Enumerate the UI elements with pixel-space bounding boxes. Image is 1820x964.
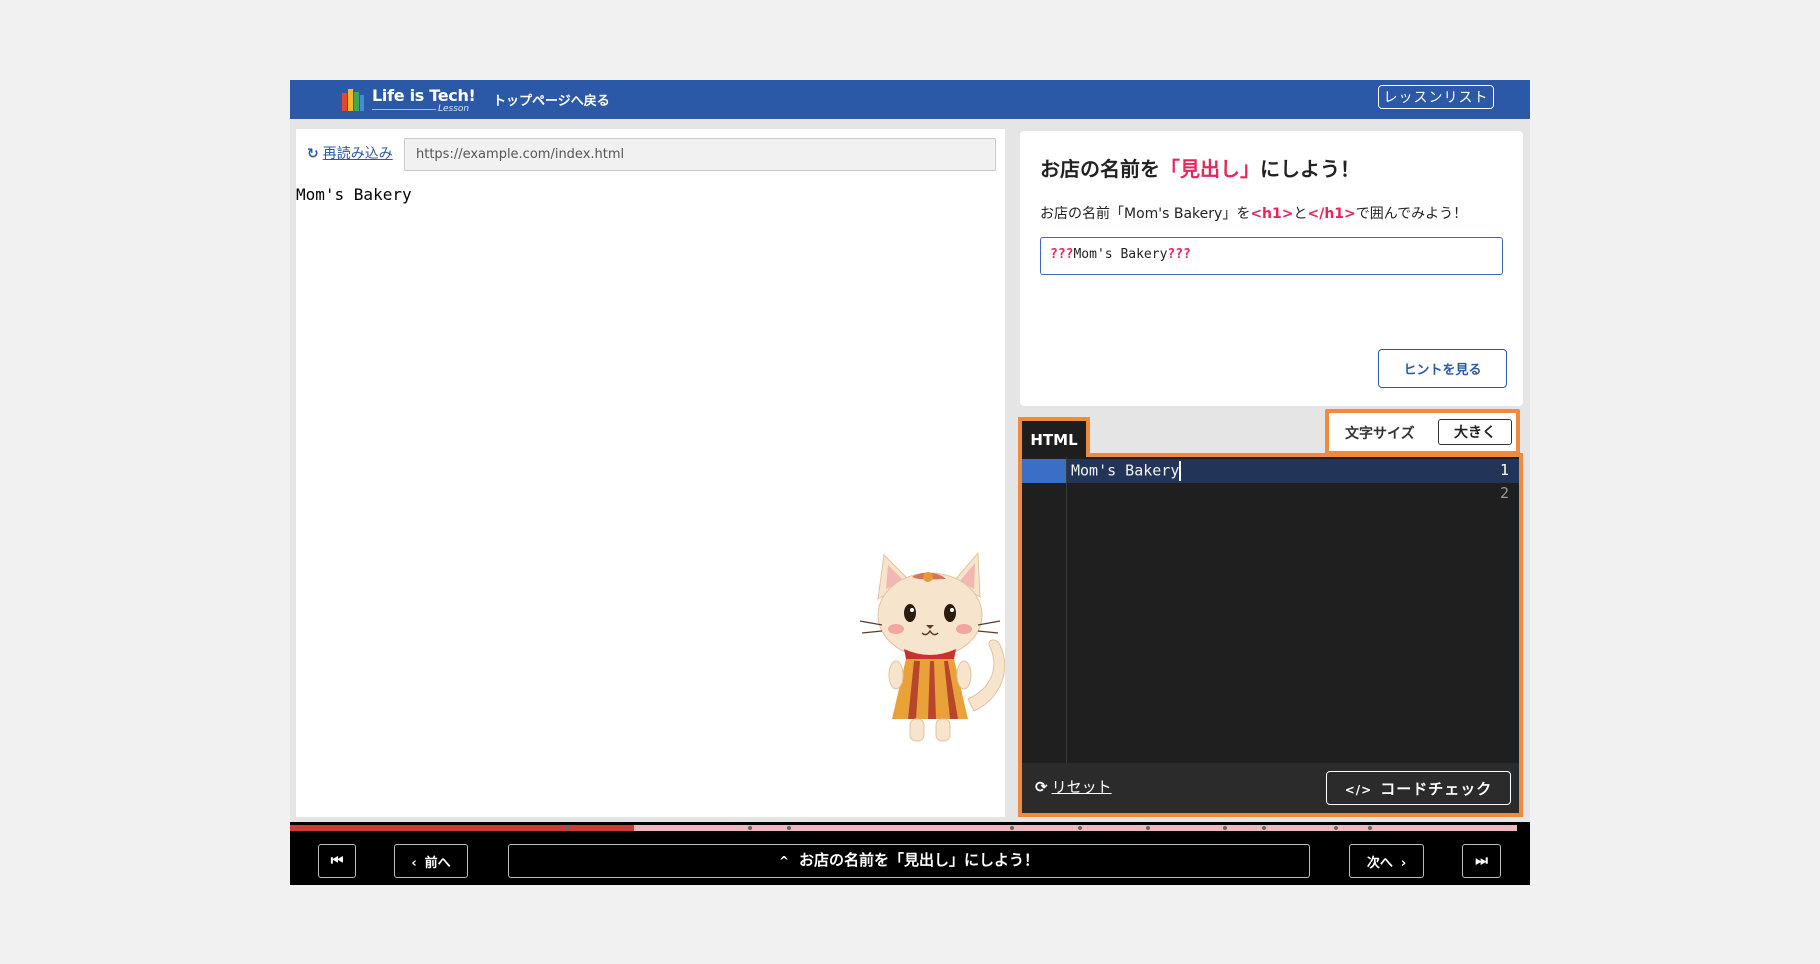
code-line[interactable]: Mom's Bakery xyxy=(1071,461,1182,481)
preview-output-text: Mom's Bakery xyxy=(296,185,412,204)
prev-label: 前へ xyxy=(424,855,451,871)
url-bar[interactable] xyxy=(404,138,996,171)
progress-step-dot[interactable] xyxy=(1334,826,1338,830)
code-editor-panel: 1 2 Mom's Bakery ⟳ リセット </> コードチェック HTML 文… xyxy=(1018,409,1523,817)
task-desc-prefix: お店の名前「Mom's Bakery」を xyxy=(1040,206,1251,222)
editor-footer: ⟳ リセット </> コードチェック xyxy=(1022,763,1519,813)
prev-button[interactable]: ‹ 前へ xyxy=(394,844,468,878)
next-label: 次へ xyxy=(1366,855,1393,871)
active-line-gutter xyxy=(1022,459,1066,483)
code-check-label: コードチェック xyxy=(1380,779,1493,798)
last-step-button[interactable]: ⏭ xyxy=(1462,844,1501,878)
top-bar: Life is Tech! Lesson トップページへ戻る レッスンリスト xyxy=(290,80,1530,119)
answer-template-box: ???Mom's Bakery??? xyxy=(1040,237,1503,275)
progress-step-dot[interactable] xyxy=(1010,826,1014,830)
next-button[interactable]: 次へ › xyxy=(1349,844,1424,878)
code-icon: </> xyxy=(1344,782,1373,797)
text-caret xyxy=(1179,461,1182,481)
reset-label: リセット xyxy=(1051,778,1112,796)
task-title-highlight: 「見出し」 xyxy=(1160,157,1260,181)
chevron-left-icon: ‹ xyxy=(411,855,417,871)
show-hint-button[interactable]: ヒントを見る xyxy=(1378,349,1507,388)
cat-mascot-illustration xyxy=(859,551,1006,742)
font-size-control: 文字サイズ 大きく xyxy=(1325,409,1520,455)
code-editor[interactable]: 1 2 Mom's Bakery ⟳ リセット </> コードチェック xyxy=(1018,453,1523,817)
task-desc-suffix: で囲んでみよう！ xyxy=(1355,206,1468,222)
task-title: お店の名前を「見出し」にしよう！ xyxy=(1040,153,1360,182)
line-number: 2 xyxy=(1499,484,1509,502)
progress-step-dot[interactable] xyxy=(1368,826,1372,830)
task-description: お店の名前「Mom's Bakery」を<h1>と</h1>で囲んでみよう！ xyxy=(1040,203,1467,223)
progress-step-dot[interactable] xyxy=(1262,826,1266,830)
preview-panel: ↻再読み込み Mom's Bakery xyxy=(296,129,1006,817)
reload-icon: ↻ xyxy=(307,146,319,162)
font-size-label: 文字サイズ xyxy=(1345,426,1415,442)
font-size-large-button[interactable]: 大きく xyxy=(1438,419,1512,445)
open-tag-text: <h1> xyxy=(1250,206,1294,222)
step-selector[interactable]: ^ お店の名前を「見出し」にしよう！ xyxy=(508,844,1310,878)
answer-placeholder-open: ??? xyxy=(1050,247,1074,262)
chevron-up-icon: ^ xyxy=(778,854,790,868)
line-number-gutter xyxy=(1022,457,1067,767)
lesson-list-button[interactable]: レッスンリスト xyxy=(1378,85,1494,109)
progress-step-dot[interactable] xyxy=(787,826,791,830)
progress-step-dot[interactable] xyxy=(1146,826,1150,830)
progress-step-dot[interactable] xyxy=(748,826,752,830)
step-title: お店の名前を「見出し」にしよう！ xyxy=(799,851,1040,869)
answer-text: Mom's Bakery xyxy=(1073,247,1168,262)
lesson-app: Life is Tech! Lesson トップページへ戻る レッスンリスト ↻… xyxy=(290,80,1530,885)
progress-step-dot[interactable] xyxy=(1078,826,1082,830)
logo-mark-icon xyxy=(342,89,364,113)
skip-forward-icon: ⏭ xyxy=(1475,853,1488,869)
chevron-right-icon: › xyxy=(1400,855,1407,871)
task-desc-mid: と xyxy=(1293,206,1308,222)
reload-link[interactable]: ↻ 再読み込み xyxy=(307,143,393,163)
progress-step-dot[interactable] xyxy=(1223,826,1227,830)
back-to-top-link[interactable]: トップページへ戻る xyxy=(493,90,610,109)
lesson-progress-bar xyxy=(290,822,1530,832)
close-tag-text: </h1> xyxy=(1307,206,1356,222)
first-step-button[interactable]: ⏮ xyxy=(318,844,356,878)
tab-html[interactable]: HTML xyxy=(1018,417,1090,457)
progress-fill xyxy=(290,825,634,831)
bottom-navigation: ⏮ ‹ 前へ ^ お店の名前を「見出し」にしよう！ 次へ › ⏭ xyxy=(290,832,1530,885)
reset-link[interactable]: ⟳ リセット xyxy=(1035,776,1112,797)
task-card: お店の名前を「見出し」にしよう！ お店の名前「Mom's Bakery」を<h1… xyxy=(1020,131,1523,406)
task-title-prefix: お店の名前を xyxy=(1040,157,1160,181)
answer-placeholder-close: ??? xyxy=(1167,247,1191,262)
reset-icon: ⟳ xyxy=(1035,778,1048,796)
line-number: 1 xyxy=(1499,461,1509,479)
task-title-suffix: にしよう！ xyxy=(1260,157,1360,181)
logo-underline xyxy=(372,109,436,110)
progress-step-dot[interactable] xyxy=(566,826,570,830)
logo-text: Life is Tech! xyxy=(372,86,476,105)
logo-subtext: Lesson xyxy=(438,104,470,114)
reload-label: 再読み込み xyxy=(322,146,393,162)
skip-back-icon: ⏮ xyxy=(330,853,344,869)
code-check-button[interactable]: </> コードチェック xyxy=(1326,771,1511,805)
life-is-tech-logo[interactable]: Life is Tech! Lesson xyxy=(342,84,482,116)
code-line-text: Mom's Bakery xyxy=(1071,461,1180,480)
